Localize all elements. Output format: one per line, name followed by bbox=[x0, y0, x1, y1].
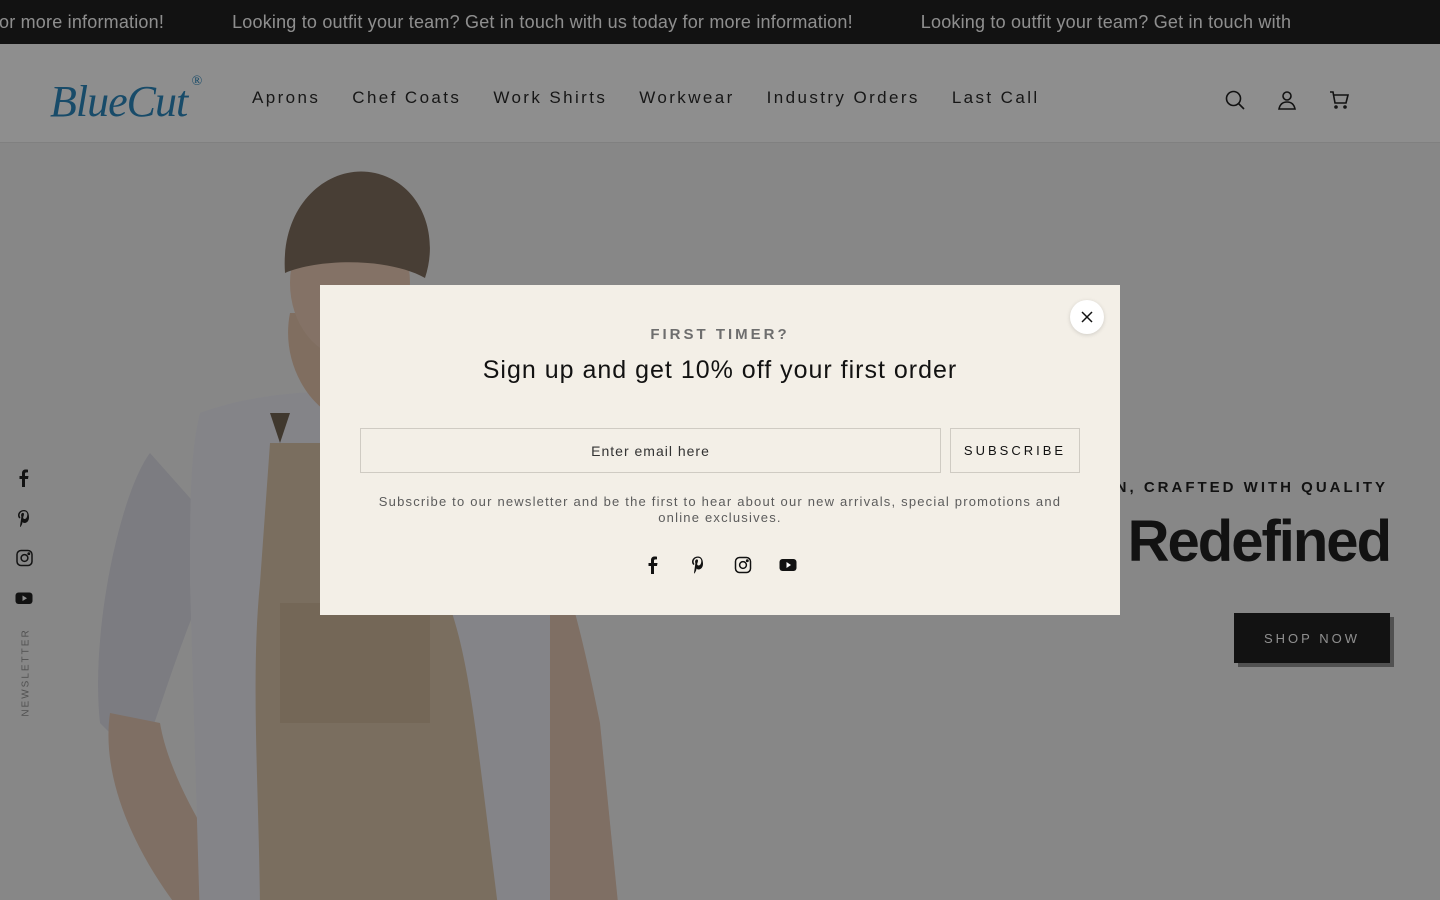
modal-title: Sign up and get 10% off your first order bbox=[482, 356, 958, 384]
modal-kicker: FIRST TIMER? bbox=[650, 326, 790, 343]
youtube-icon[interactable] bbox=[778, 555, 798, 575]
modal-social-links bbox=[320, 555, 1120, 575]
subscribe-button[interactable]: SUBSCRIBE bbox=[950, 428, 1080, 473]
facebook-icon[interactable] bbox=[643, 555, 663, 575]
close-icon bbox=[1080, 310, 1094, 324]
email-field[interactable] bbox=[360, 428, 941, 473]
modal-description: Subscribe to our newsletter and be the f… bbox=[378, 494, 1062, 525]
newsletter-modal: FIRST TIMER? Sign up and get 10% off you… bbox=[320, 285, 1120, 615]
pinterest-icon[interactable] bbox=[688, 555, 708, 575]
instagram-icon[interactable] bbox=[733, 555, 753, 575]
